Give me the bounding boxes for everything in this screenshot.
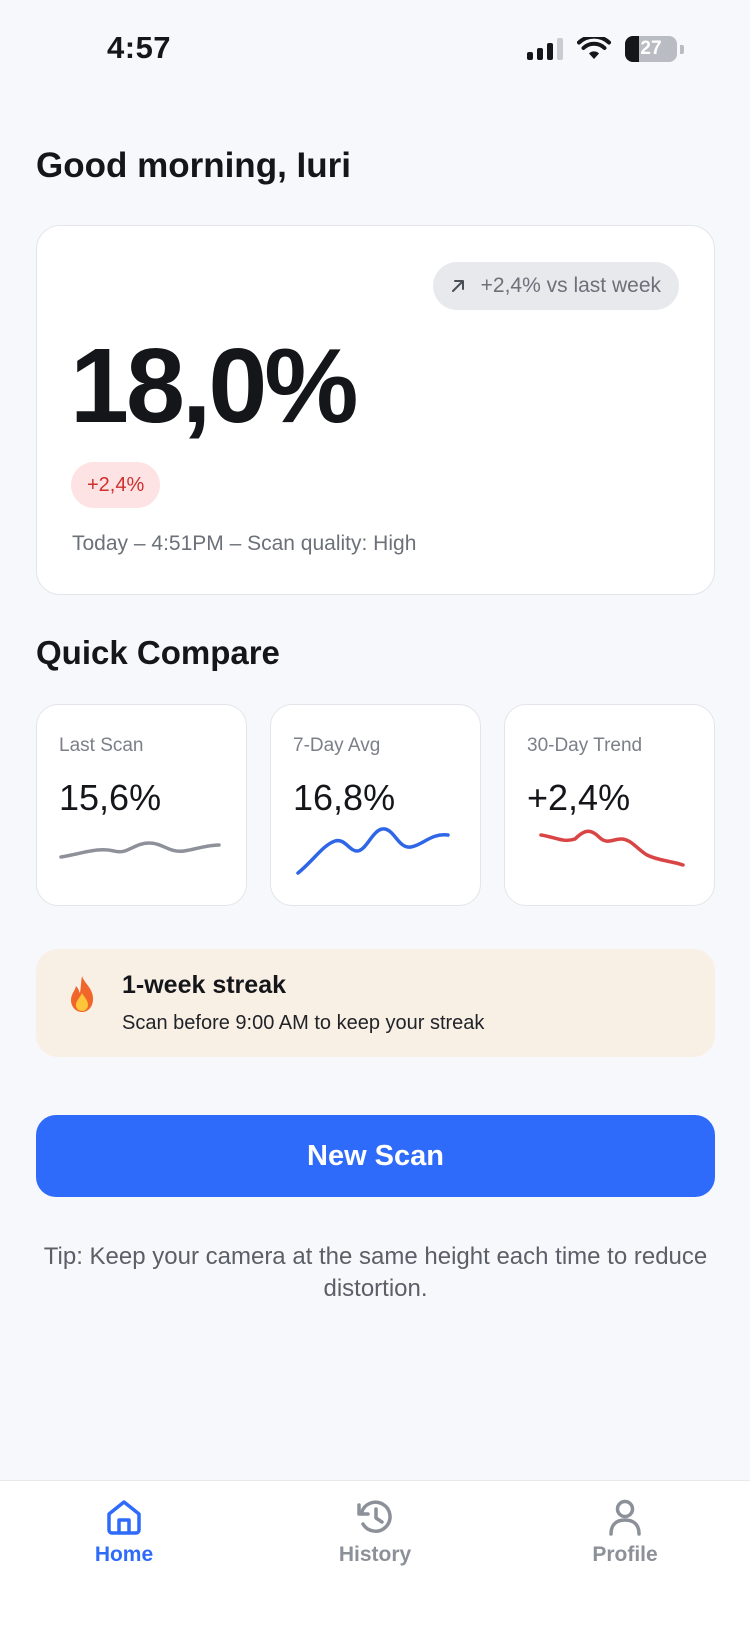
compare-label: 7-Day Avg (293, 735, 381, 756)
tab-profile[interactable]: Profile (550, 1497, 700, 1567)
battery-icon: 27 (625, 36, 677, 62)
tab-label: Home (94, 1543, 154, 1566)
fire-icon (71, 976, 93, 1012)
tab-label: History (338, 1543, 412, 1566)
status-bar: 4:57 27 (0, 0, 750, 100)
greeting: Good morning, Iuri (36, 146, 351, 185)
compare-label: 30-Day Trend (527, 735, 643, 756)
weekly-trend-text: +2,4% vs last week (480, 274, 661, 297)
home-icon (107, 1500, 141, 1535)
tab-home[interactable]: Home (49, 1497, 199, 1567)
delta-badge: +2,4% (71, 462, 161, 508)
sparkline-30-day-trend (539, 829, 685, 867)
compare-value: 16,8% (293, 777, 396, 818)
streak-subtitle: Scan before 9:00 AM to keep your streak (122, 1012, 485, 1034)
compare-label: Last Scan (59, 735, 144, 756)
arrow-up-right-icon (451, 280, 464, 292)
compare-card-30-day-trend[interactable]: 30-Day Trend +2,4% (504, 704, 715, 906)
tab-bar: Home History Profile (0, 1480, 750, 1626)
compare-card-last-scan[interactable]: Last Scan 15,6% (36, 704, 247, 906)
new-scan-button[interactable]: New Scan (36, 1115, 715, 1197)
cellular-signal-icon (527, 38, 563, 60)
quick-compare-row: Last Scan 15,6% 7-Day Avg 16,8% 30-Day T… (36, 704, 715, 906)
tab-history[interactable]: History (300, 1497, 450, 1567)
body-fat-value: 18,0% (70, 327, 359, 445)
status-time: 4:57 (107, 30, 172, 65)
battery-tip (680, 44, 684, 54)
history-icon (357, 1500, 392, 1533)
quick-compare-title: Quick Compare (36, 634, 280, 671)
streak-card: 1-week streak Scan before 9:00 AM to kee… (36, 949, 715, 1057)
scan-meta: Today – 4:51PM – Scan quality: High (72, 532, 417, 555)
tab-label: Profile (592, 1543, 658, 1566)
profile-icon (609, 1499, 641, 1536)
tip-text: Tip: Keep your camera at the same height… (43, 1243, 708, 1302)
compare-card-7-day-avg[interactable]: 7-Day Avg 16,8% (270, 704, 481, 906)
body-fat-summary-card[interactable]: +2,4% vs last week 18,0% +2,4% Today – 4… (36, 225, 715, 595)
status-icons: 27 (527, 36, 684, 62)
compare-value: 15,6% (59, 777, 162, 818)
weekly-trend-pill: +2,4% vs last week (432, 262, 679, 310)
home-screen: 4:57 27 Good morning, Iuri +2,4% vs last… (0, 0, 750, 1626)
compare-value: +2,4% (527, 777, 631, 818)
battery-level: 27 (640, 38, 662, 59)
sparkline-last-scan (59, 841, 221, 859)
wifi-icon (577, 37, 611, 59)
sparkline-7-day-avg (296, 827, 450, 875)
streak-title: 1-week streak (122, 971, 287, 999)
